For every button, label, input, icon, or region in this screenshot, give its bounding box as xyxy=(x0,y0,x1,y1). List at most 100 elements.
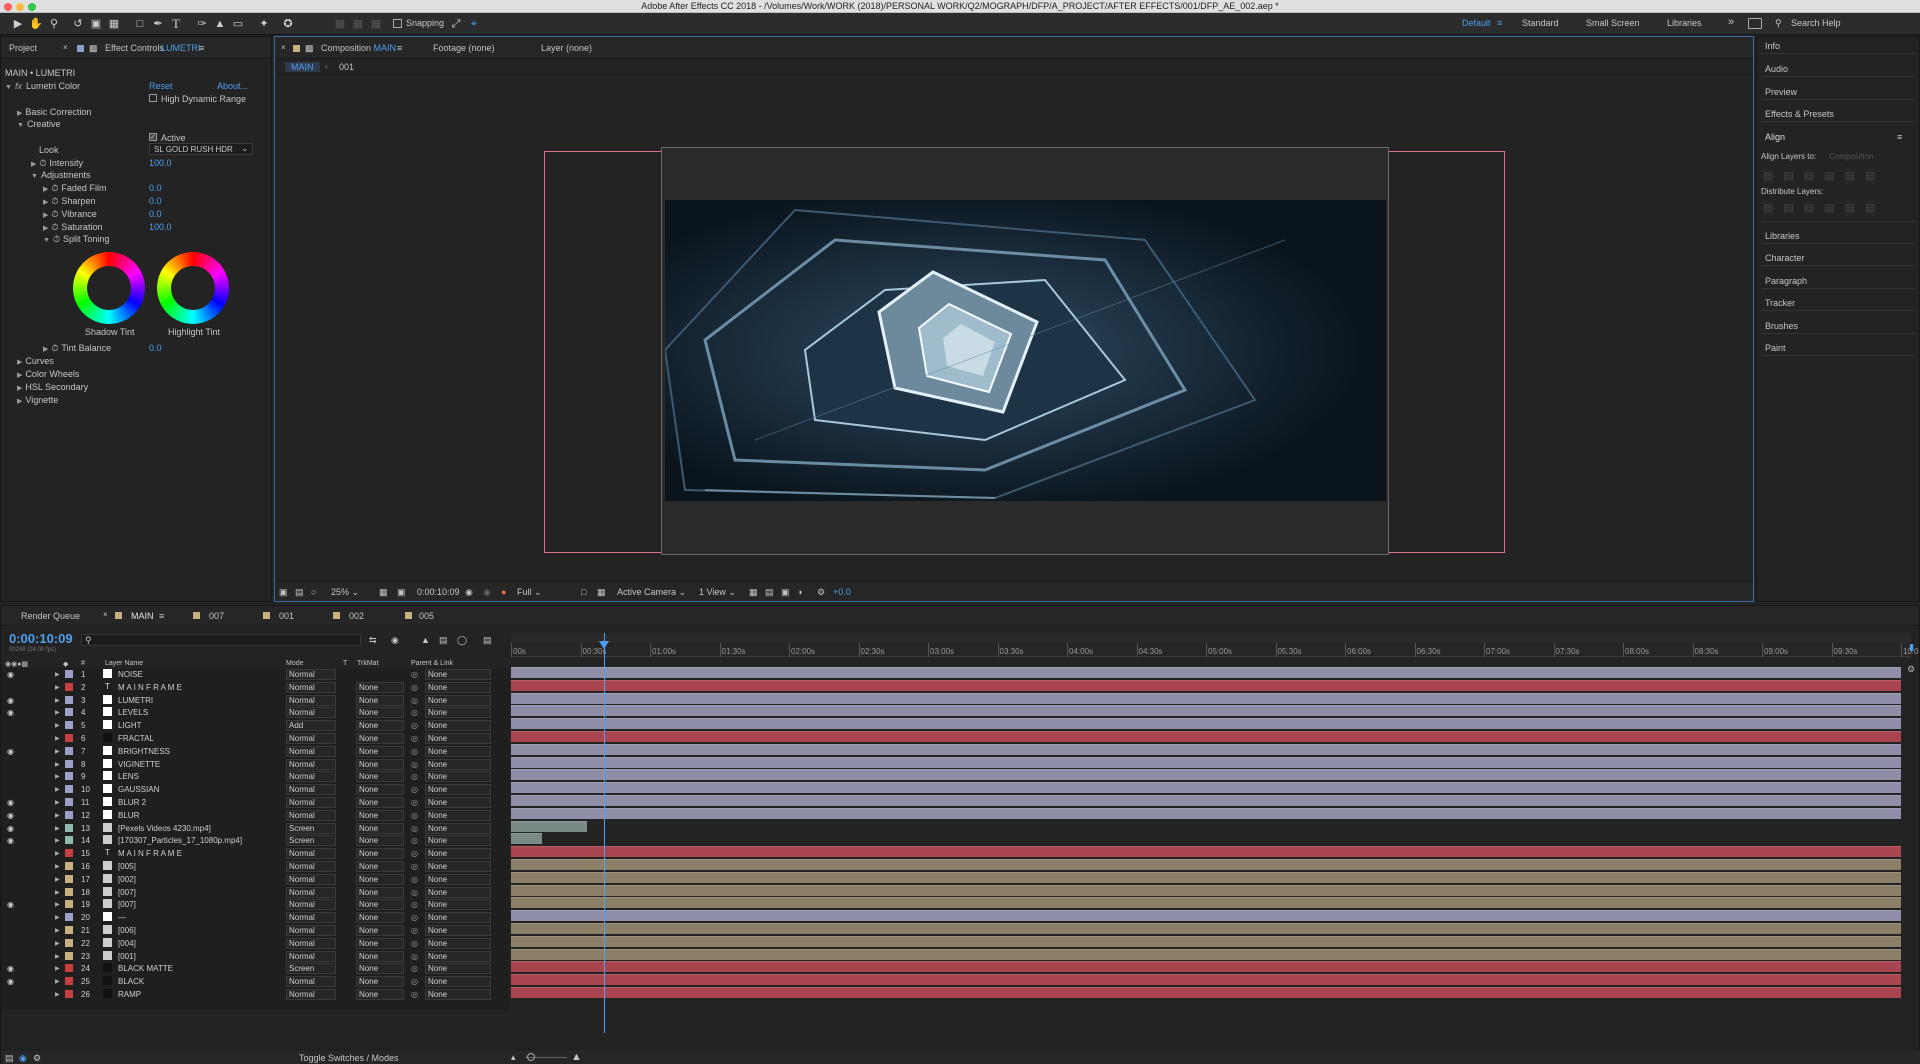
mode-dropdown[interactable]: Normal xyxy=(286,733,336,744)
parent-dropdown[interactable]: None xyxy=(425,912,491,924)
current-time-display[interactable]: 0:00:10:09 xyxy=(417,587,460,597)
label-color-box[interactable] xyxy=(65,977,73,986)
look-dropdown[interactable]: SL GOLD RUSH HDR ⌄ xyxy=(149,143,253,155)
playhead[interactable] xyxy=(598,633,609,1033)
expand-arrow-icon[interactable]: ▶ xyxy=(55,709,60,716)
layer-name[interactable]: RAMP xyxy=(118,990,141,999)
layer-row[interactable]: ◉ ▶ 12 BLUR Normal None ◎ None xyxy=(1,809,509,822)
expand-arrow-icon[interactable]: ▶ xyxy=(55,850,60,857)
sharpen-value[interactable]: 0.0 xyxy=(149,196,162,206)
layer-name[interactable]: [007] xyxy=(118,888,136,897)
pickwhip-icon[interactable]: ◎ xyxy=(411,862,418,871)
eraser-tool-icon[interactable]: ▭ xyxy=(230,16,246,32)
more-workspaces-icon[interactable]: » xyxy=(1728,16,1734,28)
color-wheels-section[interactable]: ▶ Color Wheels xyxy=(17,369,79,379)
trkmat-dropdown[interactable]: None xyxy=(356,963,404,975)
label-color-box[interactable] xyxy=(65,900,73,909)
lumetri-effect-header[interactable]: ▼ fx Lumetri Color xyxy=(5,81,80,91)
label-color-box[interactable] xyxy=(65,810,73,819)
pickwhip-icon[interactable]: ◎ xyxy=(411,964,418,973)
trkmat-dropdown[interactable]: None xyxy=(356,758,404,770)
tab-effect-controls[interactable]: Effect Controls xyxy=(105,43,164,53)
trkmat-dropdown[interactable]: None xyxy=(356,681,404,693)
parent-dropdown[interactable]: None xyxy=(425,899,491,911)
layer-row[interactable]: ▶ 22 [004] Normal None ◎ None xyxy=(1,937,509,950)
grid-guides-icon[interactable]: ▦ xyxy=(379,587,388,598)
mode-dropdown[interactable]: Normal xyxy=(286,937,336,949)
pickwhip-icon[interactable]: ◎ xyxy=(411,772,418,781)
layer-duration-bar[interactable] xyxy=(511,667,1901,678)
label-color-box[interactable] xyxy=(65,785,73,794)
layer-duration-bar[interactable] xyxy=(511,731,1901,742)
parent-dropdown[interactable]: None xyxy=(425,758,491,770)
mode-dropdown[interactable]: Normal xyxy=(286,912,336,924)
workspace-menu-icon[interactable]: ≡ xyxy=(1497,18,1502,28)
layer-row[interactable]: ▶ 5 LIGHT Add None ◎ None xyxy=(1,719,509,732)
close-tab-icon[interactable]: × xyxy=(281,43,286,52)
trkmat-dropdown[interactable]: None xyxy=(356,822,404,834)
pan-behind-tool-icon[interactable]: ▦ xyxy=(106,16,122,32)
label-color-box[interactable] xyxy=(65,862,73,870)
trkmat-dropdown[interactable]: None xyxy=(356,912,404,924)
layer-duration-bar[interactable] xyxy=(511,859,1901,870)
tab-project[interactable]: Project xyxy=(9,43,37,53)
layer-row[interactable]: ▶ 26 RAMP Normal None ◎ None xyxy=(1,988,509,1001)
layer-duration-bar[interactable] xyxy=(511,974,1901,986)
mode-dropdown[interactable]: Normal xyxy=(286,784,336,796)
time-ruler[interactable]: 00s 00:30s 01:00s 01:30s 02:00s 02:30s 03:00s 0… xyxy=(511,643,1919,657)
layer-duration-bar[interactable] xyxy=(511,961,1901,973)
trkmat-dropdown[interactable]: None xyxy=(356,784,404,796)
label-color-box[interactable] xyxy=(65,721,73,730)
transparency-grid-icon[interactable]: ▣ xyxy=(397,587,406,598)
layer-row[interactable]: ▶ 9 LENS Normal None ◎ None xyxy=(1,770,509,783)
pickwhip-icon[interactable]: ◎ xyxy=(411,811,418,820)
layer-row[interactable]: ▶ 2 T M A I N F R A M E Normal None ◎ None xyxy=(1,681,509,694)
lock-icon[interactable]: ▩ xyxy=(89,43,98,54)
preview-panel[interactable]: Preview xyxy=(1765,87,1797,97)
transfer-controls-icon[interactable]: ◉ xyxy=(19,1053,27,1064)
trkmat-dropdown[interactable]: None xyxy=(356,797,404,808)
selection-tool-icon[interactable]: ▶ xyxy=(10,16,26,32)
search-help-field[interactable]: Search Help xyxy=(1791,18,1841,28)
parent-dropdown[interactable]: None xyxy=(425,950,491,962)
pickwhip-icon[interactable]: ◎ xyxy=(411,888,418,897)
expand-arrow-icon[interactable]: ▶ xyxy=(55,684,60,691)
adjustments-section[interactable]: ▼ Adjustments xyxy=(31,170,90,180)
layer-name[interactable]: BLUR 2 xyxy=(118,798,146,807)
visibility-eye-icon[interactable]: ◉ xyxy=(7,836,14,845)
comp-mini-flowchart-icon[interactable]: ⇆ xyxy=(369,635,377,646)
breadcrumb-main[interactable]: MAIN xyxy=(285,62,320,72)
trkmat-dropdown[interactable]: None xyxy=(356,976,404,988)
mask-visibility-icon[interactable]: ○ xyxy=(311,587,316,597)
effects-presets-panel[interactable]: Effects & Presets xyxy=(1765,109,1834,119)
expand-arrow-icon[interactable]: ▶ xyxy=(55,812,60,819)
layer-row[interactable]: ◉ ▶ 4 LEVELS Normal None ◎ None xyxy=(1,706,509,719)
layer-duration-bar[interactable] xyxy=(511,795,1901,806)
trkmat-dropdown[interactable]: None xyxy=(356,886,404,898)
layer-name[interactable]: [007] xyxy=(118,900,136,909)
trkmat-dropdown[interactable]: None xyxy=(356,873,404,885)
parent-dropdown[interactable]: None xyxy=(425,745,491,757)
expand-arrow-icon[interactable]: ▶ xyxy=(55,799,60,806)
monitor-icon[interactable]: ▤ xyxy=(295,587,304,598)
trkmat-dropdown[interactable]: None xyxy=(356,835,404,847)
trkmat-dropdown[interactable]: None xyxy=(356,989,404,1000)
pickwhip-icon[interactable]: ◎ xyxy=(411,734,418,743)
trkmat-dropdown[interactable]: None xyxy=(356,861,404,872)
layer-name[interactable]: BLUR xyxy=(118,811,139,820)
visibility-eye-icon[interactable]: ◉ xyxy=(7,811,14,820)
layer-name[interactable]: [Pexels Videos 4230.mp4] xyxy=(118,824,211,833)
faded-film-value[interactable]: 0.0 xyxy=(149,183,162,193)
label-color-box[interactable] xyxy=(65,734,73,742)
snap-feather-icon[interactable]: ⤢ xyxy=(448,16,464,32)
expand-arrow-icon[interactable]: ▶ xyxy=(55,837,60,844)
visibility-eye-icon[interactable]: ◉ xyxy=(7,670,14,679)
effect-controls-layer[interactable]: LUMETRI xyxy=(161,43,201,53)
layer-name[interactable]: LIGHT xyxy=(118,721,142,730)
exposure-value[interactable]: +0.0 xyxy=(833,587,851,597)
layer-row[interactable]: ▶ 17 [002] Normal None ◎ None xyxy=(1,873,509,886)
visibility-eye-icon[interactable]: ◉ xyxy=(7,708,14,717)
pickwhip-icon[interactable]: ◎ xyxy=(411,683,418,692)
layer-row[interactable]: ◉ ▶ 13 [Pexels Videos 4230.mp4] Screen None ◎ N… xyxy=(1,822,509,835)
layer-duration-bar[interactable] xyxy=(511,705,1901,717)
